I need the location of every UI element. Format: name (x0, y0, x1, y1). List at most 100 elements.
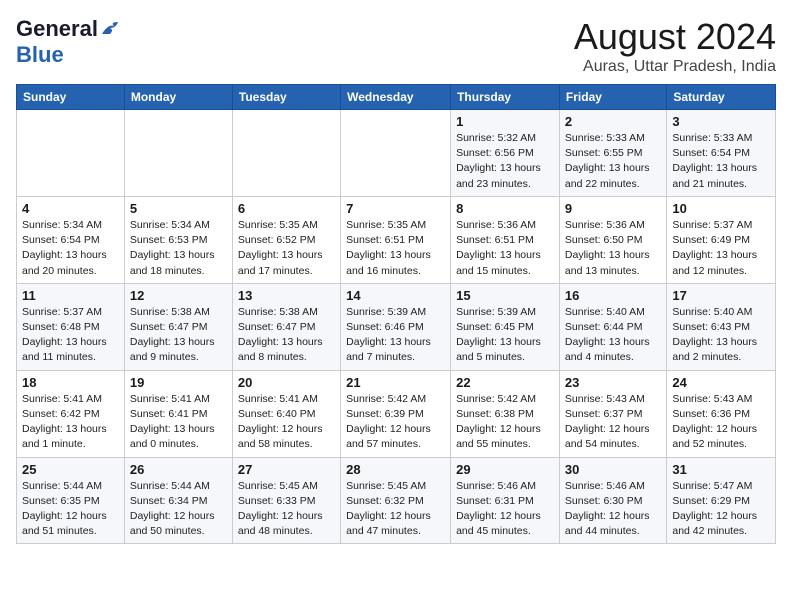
calendar-week-3: 11 Sunrise: 5:37 AMSunset: 6:48 PMDayligh… (17, 283, 776, 370)
day-number: 6 (238, 201, 335, 216)
calendar-cell: 13 Sunrise: 5:38 AMSunset: 6:47 PMDayligh… (232, 283, 340, 370)
calendar-week-4: 18 Sunrise: 5:41 AMSunset: 6:42 PMDayligh… (17, 370, 776, 457)
day-number: 26 (130, 462, 227, 477)
calendar-cell: 2 Sunrise: 5:33 AMSunset: 6:55 PMDaylight… (559, 110, 666, 197)
calendar-header-sunday: Sunday (17, 85, 125, 110)
calendar-cell: 15Sunrise: 5:39 AMSunset: 6:45 PMDayligh… (451, 283, 560, 370)
day-number: 4 (22, 201, 119, 216)
day-info: Sunrise: 5:40 AMSunset: 6:44 PMDaylight:… (565, 305, 661, 366)
calendar-table: SundayMondayTuesdayWednesdayThursdayFrid… (16, 84, 776, 544)
day-number: 14 (346, 288, 445, 303)
day-number: 30 (565, 462, 661, 477)
day-number: 18 (22, 375, 119, 390)
calendar-header-monday: Monday (124, 85, 232, 110)
subtitle: Auras, Uttar Pradesh, India (574, 58, 776, 76)
day-info: Sunrise: 5:36 AMSunset: 6:50 PMDaylight:… (565, 218, 661, 279)
calendar-cell: 14 Sunrise: 5:39 AMSunset: 6:46 PMDayligh… (341, 283, 451, 370)
day-number: 21 (346, 375, 445, 390)
day-number: 3 (672, 114, 770, 129)
calendar-cell: 6 Sunrise: 5:35 AMSunset: 6:52 PMDaylight… (232, 196, 340, 283)
calendar-header-thursday: Thursday (451, 85, 560, 110)
day-info: Sunrise: 5:46 AMSunset: 6:30 PMDaylight:… (565, 479, 661, 540)
day-number: 25 (22, 462, 119, 477)
day-info: Sunrise: 5:39 AMSunset: 6:46 PMDaylight:… (346, 305, 445, 366)
calendar-header-tuesday: Tuesday (232, 85, 340, 110)
day-info: Sunrise: 5:37 AMSunset: 6:48 PMDaylight:… (22, 305, 119, 366)
day-info: Sunrise: 5:35 AMSunset: 6:51 PMDaylight:… (346, 218, 445, 279)
calendar-cell: 25 Sunrise: 5:44 AMSunset: 6:35 PMDayligh… (17, 457, 125, 544)
calendar-cell: 30 Sunrise: 5:46 AMSunset: 6:30 PMDayligh… (559, 457, 666, 544)
day-number: 22 (456, 375, 554, 390)
day-number: 8 (456, 201, 554, 216)
main-title: August 2024 (574, 16, 776, 58)
day-number: 10 (672, 201, 770, 216)
day-info: Sunrise: 5:42 AMSunset: 6:38 PMDaylight:… (456, 392, 554, 453)
day-number: 13 (238, 288, 335, 303)
calendar-cell: 10 Sunrise: 5:37 AMSunset: 6:49 PMDayligh… (667, 196, 776, 283)
day-number: 16 (565, 288, 661, 303)
calendar-cell: 21Sunrise: 5:42 AMSunset: 6:39 PMDayligh… (341, 370, 451, 457)
day-number: 31 (672, 462, 770, 477)
day-number: 27 (238, 462, 335, 477)
day-info: Sunrise: 5:47 AMSunset: 6:29 PMDaylight:… (672, 479, 770, 540)
calendar-header-wednesday: Wednesday (341, 85, 451, 110)
day-info: Sunrise: 5:34 AMSunset: 6:53 PMDaylight:… (130, 218, 227, 279)
day-info: Sunrise: 5:38 AMSunset: 6:47 PMDaylight:… (130, 305, 227, 366)
calendar-cell: 11 Sunrise: 5:37 AMSunset: 6:48 PMDayligh… (17, 283, 125, 370)
calendar-cell: 29 Sunrise: 5:46 AMSunset: 6:31 PMDayligh… (451, 457, 560, 544)
calendar-header-friday: Friday (559, 85, 666, 110)
day-number: 29 (456, 462, 554, 477)
day-number: 12 (130, 288, 227, 303)
day-info: Sunrise: 5:32 AMSunset: 6:56 PMDaylight:… (456, 131, 554, 192)
calendar-cell: 20 Sunrise: 5:41 AMSunset: 6:40 PMDayligh… (232, 370, 340, 457)
calendar-week-2: 4Sunrise: 5:34 AMSunset: 6:54 PMDaylight… (17, 196, 776, 283)
day-info: Sunrise: 5:33 AMSunset: 6:54 PMDaylight:… (672, 131, 770, 192)
day-info: Sunrise: 5:43 AMSunset: 6:37 PMDaylight:… (565, 392, 661, 453)
calendar-cell: 22 Sunrise: 5:42 AMSunset: 6:38 PMDayligh… (451, 370, 560, 457)
calendar-header-saturday: Saturday (667, 85, 776, 110)
calendar-body: 1Sunrise: 5:32 AMSunset: 6:56 PMDaylight… (17, 110, 776, 544)
calendar-cell: 7 Sunrise: 5:35 AMSunset: 6:51 PMDaylight… (341, 196, 451, 283)
day-number: 20 (238, 375, 335, 390)
logo-general: General (16, 16, 98, 42)
calendar-cell: 4Sunrise: 5:34 AMSunset: 6:54 PMDaylight… (17, 196, 125, 283)
header: General Blue August 2024 Auras, Uttar Pr… (16, 16, 776, 76)
calendar-cell (341, 110, 451, 197)
day-info: Sunrise: 5:45 AMSunset: 6:33 PMDaylight:… (238, 479, 335, 540)
day-info: Sunrise: 5:41 AMSunset: 6:41 PMDaylight:… (130, 392, 227, 453)
day-number: 2 (565, 114, 661, 129)
day-info: Sunrise: 5:43 AMSunset: 6:36 PMDaylight:… (672, 392, 770, 453)
calendar-cell: 19 Sunrise: 5:41 AMSunset: 6:41 PMDayligh… (124, 370, 232, 457)
day-info: Sunrise: 5:44 AMSunset: 6:35 PMDaylight:… (22, 479, 119, 540)
calendar-week-5: 25 Sunrise: 5:44 AMSunset: 6:35 PMDayligh… (17, 457, 776, 544)
calendar-cell: 26 Sunrise: 5:44 AMSunset: 6:34 PMDayligh… (124, 457, 232, 544)
day-info: Sunrise: 5:35 AMSunset: 6:52 PMDaylight:… (238, 218, 335, 279)
calendar-cell: 24 Sunrise: 5:43 AMSunset: 6:36 PMDayligh… (667, 370, 776, 457)
calendar-cell: 27 Sunrise: 5:45 AMSunset: 6:33 PMDayligh… (232, 457, 340, 544)
calendar-cell: 16 Sunrise: 5:40 AMSunset: 6:44 PMDayligh… (559, 283, 666, 370)
calendar-cell: 23 Sunrise: 5:43 AMSunset: 6:37 PMDayligh… (559, 370, 666, 457)
day-number: 23 (565, 375, 661, 390)
day-info: Sunrise: 5:44 AMSunset: 6:34 PMDaylight:… (130, 479, 227, 540)
day-number: 24 (672, 375, 770, 390)
calendar-cell: 1Sunrise: 5:32 AMSunset: 6:56 PMDaylight… (451, 110, 560, 197)
day-number: 11 (22, 288, 119, 303)
day-info: Sunrise: 5:38 AMSunset: 6:47 PMDaylight:… (238, 305, 335, 366)
calendar-cell (232, 110, 340, 197)
day-number: 7 (346, 201, 445, 216)
day-number: 5 (130, 201, 227, 216)
calendar-week-1: 1Sunrise: 5:32 AMSunset: 6:56 PMDaylight… (17, 110, 776, 197)
calendar-cell: 5 Sunrise: 5:34 AMSunset: 6:53 PMDaylight… (124, 196, 232, 283)
day-info: Sunrise: 5:46 AMSunset: 6:31 PMDaylight:… (456, 479, 554, 540)
logo-blue: Blue (16, 42, 64, 68)
day-info: Sunrise: 5:41 AMSunset: 6:40 PMDaylight:… (238, 392, 335, 453)
day-info: Sunrise: 5:33 AMSunset: 6:55 PMDaylight:… (565, 131, 661, 192)
day-info: Sunrise: 5:41 AMSunset: 6:42 PMDaylight:… (22, 392, 119, 453)
calendar-cell: 8Sunrise: 5:36 AMSunset: 6:51 PMDaylight… (451, 196, 560, 283)
day-number: 17 (672, 288, 770, 303)
day-info: Sunrise: 5:37 AMSunset: 6:49 PMDaylight:… (672, 218, 770, 279)
day-number: 19 (130, 375, 227, 390)
calendar-cell: 28Sunrise: 5:45 AMSunset: 6:32 PMDayligh… (341, 457, 451, 544)
title-area: August 2024 Auras, Uttar Pradesh, India (574, 16, 776, 76)
calendar-cell: 17Sunrise: 5:40 AMSunset: 6:43 PMDayligh… (667, 283, 776, 370)
